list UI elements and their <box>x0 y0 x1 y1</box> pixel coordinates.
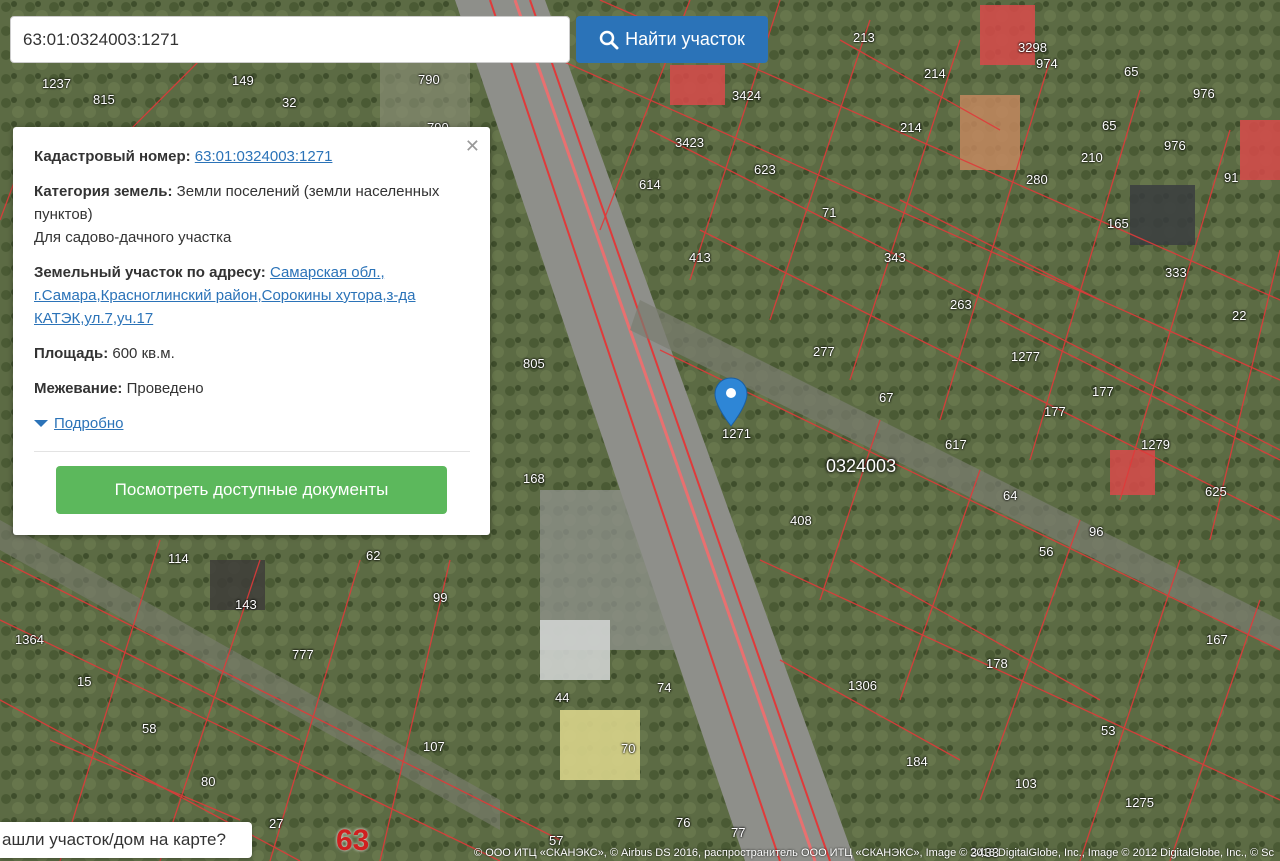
cadastral-number-label: Кадастровый номер: <box>34 148 191 165</box>
roof-dark <box>960 95 1020 170</box>
lot-patch <box>380 60 470 130</box>
roof-dark <box>210 560 265 610</box>
roof-dark <box>1130 185 1195 245</box>
location-marker[interactable] <box>713 376 749 433</box>
find-parcel-button[interactable]: Найти участок <box>576 16 768 63</box>
divider <box>34 451 470 452</box>
cadastral-search-input[interactable] <box>10 16 570 63</box>
survey-label: Межевание: <box>34 380 123 397</box>
area-label: Площадь: <box>34 345 109 362</box>
area-row: Площадь: 600 кв.м. <box>34 342 470 365</box>
find-parcel-label: Найти участок <box>625 29 745 49</box>
address-row: Земельный участок по адресу: Самарская о… <box>34 261 470 330</box>
lot-patch <box>540 620 610 680</box>
details-link[interactable]: Подробно <box>54 412 123 435</box>
search-icon <box>599 30 619 49</box>
parcel-info-popup: ✕ Кадастровый номер: 63:01:0324003:1271 … <box>13 127 490 535</box>
roof-red <box>670 65 725 105</box>
survey-row: Межевание: Проведено <box>34 377 470 400</box>
map-attribution: © ООО ИТЦ «СКАНЭКС», © Airbus DS 2016, р… <box>474 847 1274 859</box>
address-label: Земельный участок по адресу: <box>34 264 266 281</box>
roof-red <box>980 5 1035 65</box>
cadastral-number-link[interactable]: 63:01:0324003:1271 <box>195 148 333 165</box>
details-toggle[interactable]: Подробно <box>34 412 470 435</box>
survey-value: Проведено <box>126 380 204 397</box>
land-category-row: Категория земель: Земли поселений (земли… <box>34 180 470 249</box>
land-use-value: Для садово-дачного участка <box>34 229 232 246</box>
close-icon[interactable]: ✕ <box>465 135 480 158</box>
roof-red <box>1240 120 1280 180</box>
map-pin-icon <box>714 377 748 427</box>
lot-patch <box>560 710 640 780</box>
view-documents-button[interactable]: Посмотреть доступные документы <box>56 466 447 514</box>
caret-down-icon <box>34 420 48 427</box>
land-category-label: Категория земель: <box>34 183 173 200</box>
cadastral-number-row: Кадастровый номер: 63:01:0324003:1271 <box>34 145 470 168</box>
found-parcel-prompt[interactable]: ашли участок/дом на карте? <box>0 822 252 858</box>
area-value: 600 кв.м. <box>112 345 175 362</box>
